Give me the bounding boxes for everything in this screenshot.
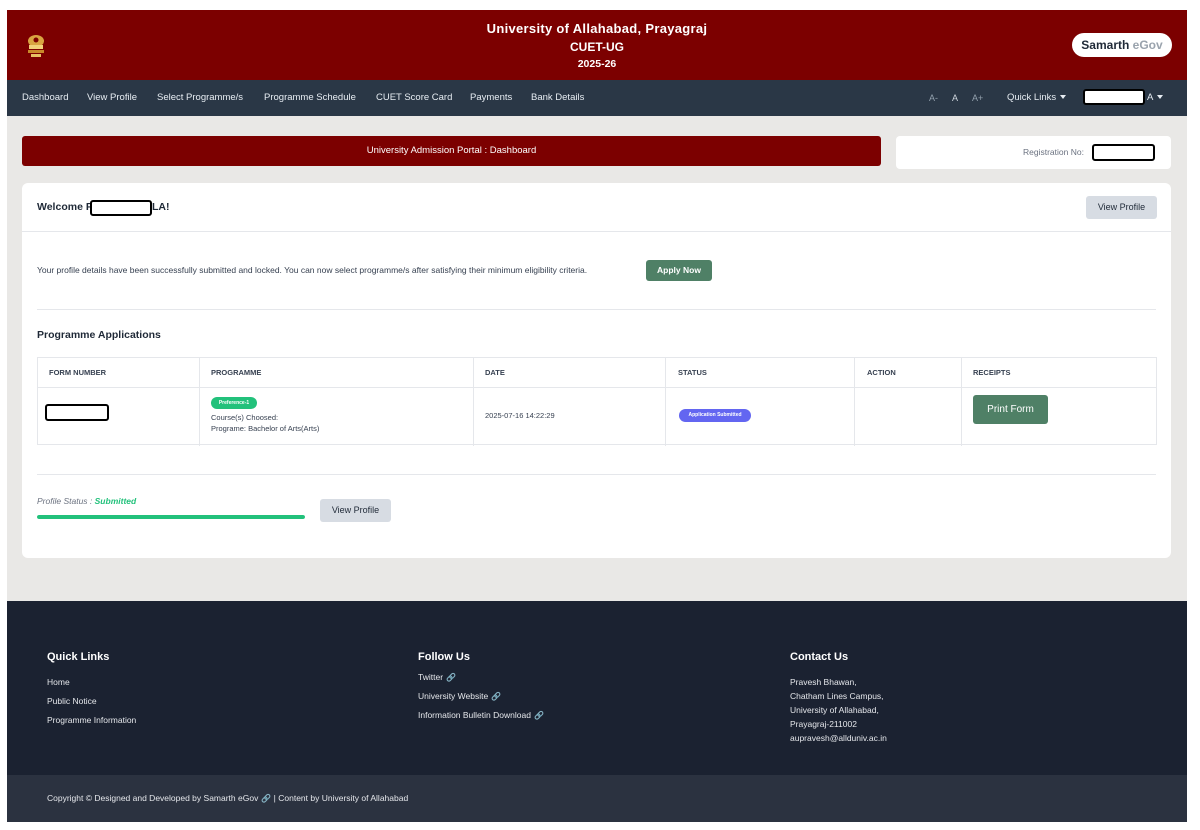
top-header: University of Allahabad, Prayagraj CUET-… [7, 10, 1187, 80]
academic-year: 2025-26 [577, 58, 617, 70]
header-date: DATE [485, 368, 505, 377]
footer-contact-title: Contact Us [790, 651, 849, 663]
profile-progress-fill [37, 515, 305, 519]
user-menu-label: A [1147, 92, 1154, 103]
nav-bank-details[interactable]: Bank Details [531, 80, 584, 116]
status-badge: Application Submitted [679, 409, 751, 422]
registration-label: Registration No: [1023, 147, 1084, 157]
font-normal-button[interactable]: A [952, 80, 958, 116]
quick-links-label: Quick Links [1007, 92, 1057, 103]
nav-dashboard[interactable]: Dashboard [22, 80, 68, 116]
redacted-form-number [45, 404, 109, 421]
nav-view-profile[interactable]: View Profile [87, 80, 137, 116]
footer-link-public-notice[interactable]: Public Notice [47, 696, 97, 706]
footer-link-programme-information[interactable]: Programme Information [47, 715, 136, 725]
divider [37, 474, 1156, 475]
application-date: 2025-07-16 14:22:29 [485, 411, 555, 420]
brand-main: Samarth [1081, 38, 1130, 52]
contact-address-line: Chatham Lines Campus, [790, 691, 884, 701]
footer-link-information-bulletin[interactable]: Information Bulletin Download 🔗 [418, 710, 544, 720]
samarth-egov-logo[interactable]: Samarth eGov [1072, 33, 1172, 57]
university-website-link-label: University Website [418, 691, 489, 701]
nav-programme-schedule[interactable]: Programme Schedule [264, 80, 356, 116]
footer-follow-us-title: Follow Us [418, 651, 470, 663]
footer-link-university-website[interactable]: University Website 🔗 [418, 691, 501, 701]
chevron-down-icon [1060, 95, 1067, 100]
view-profile-button[interactable]: View Profile [1086, 196, 1157, 219]
welcome-suffix: LA! [152, 201, 170, 213]
profile-status-label: Profile Status : [37, 496, 95, 506]
column-divider [199, 358, 200, 446]
nav-select-programmes[interactable]: Select Programme/s [157, 80, 243, 116]
copyright-bar: Copyright © Designed and Developed by Sa… [7, 775, 1187, 822]
contact-address-line: University of Allahabad, [790, 705, 879, 715]
redacted-username [1083, 89, 1145, 105]
courses-chosen-label: Course(s) Choosed: [211, 413, 279, 422]
user-menu-dropdown[interactable]: A [1147, 80, 1164, 116]
row-divider [38, 387, 1156, 388]
contact-address-line: Prayagraj-211002 [790, 719, 857, 729]
column-divider [473, 358, 474, 446]
footer: Quick Links Home Public Notice Programme… [7, 601, 1187, 775]
footer-quick-links-title: Quick Links [47, 651, 110, 663]
print-form-button[interactable]: Print Form [973, 395, 1048, 424]
header-programme: PROGRAMME [211, 368, 262, 377]
page: University of Allahabad, Prayagraj CUET-… [7, 10, 1187, 822]
information-bulletin-link-label: Information Bulletin Download [418, 710, 531, 720]
nav-cuet-score-card[interactable]: CUET Score Card [376, 80, 452, 116]
divider [22, 231, 1171, 232]
brand-accent: eGov [1132, 38, 1163, 52]
footer-link-twitter[interactable]: Twitter 🔗 [418, 672, 456, 682]
dashboard-card: Welcome P LA! View Profile Your profile … [22, 183, 1171, 558]
view-profile-button-bottom[interactable]: View Profile [320, 499, 391, 522]
applications-table: FORM NUMBER PROGRAMME DATE STATUS ACTION… [37, 357, 1157, 446]
nav-payments[interactable]: Payments [470, 80, 512, 116]
redacted-registration-number [1092, 144, 1155, 161]
external-link-icon: 🔗 [446, 673, 456, 682]
apply-now-button[interactable]: Apply Now [646, 260, 712, 281]
chevron-down-icon [1157, 95, 1164, 100]
university-name: University of Allahabad, Prayagraj [486, 21, 708, 36]
programme-name: Programe: Bachelor of Arts(Arts) [211, 424, 320, 433]
font-decrease-button[interactable]: A- [929, 80, 938, 116]
programme-applications-title: Programme Applications [37, 329, 161, 341]
preference-badge: Preference-1 [211, 397, 257, 409]
quick-links-dropdown[interactable]: Quick Links [1007, 80, 1067, 116]
profile-locked-message: Your profile details have been successfu… [37, 265, 588, 275]
font-increase-button[interactable]: A+ [972, 80, 983, 116]
profile-progress-bar [37, 515, 305, 519]
footer-link-home[interactable]: Home [47, 677, 70, 687]
header-status: STATUS [678, 368, 707, 377]
external-link-icon: 🔗 [491, 692, 502, 701]
column-divider [854, 358, 855, 446]
twitter-link-label: Twitter [418, 672, 444, 682]
profile-status: Profile Status : Submitted [37, 496, 136, 506]
profile-status-value: Submitted [94, 496, 137, 506]
copyright-developer: Copyright © Designed and Developed by Sa… [47, 793, 259, 803]
welcome-prefix: Welcome P [37, 201, 93, 213]
exam-name: CUET-UG [570, 40, 624, 54]
header-form-number: FORM NUMBER [49, 368, 107, 377]
contact-email[interactable]: aupravesh@allduniv.ac.in [790, 733, 887, 743]
registration-box: Registration No: [896, 136, 1171, 169]
copyright-content-credit: | Content by University of Allahabad [273, 793, 409, 803]
external-link-icon: 🔗 [533, 711, 544, 720]
divider [37, 309, 1156, 310]
copyright-text: Copyright © Designed and Developed by Sa… [47, 775, 408, 822]
header-action: ACTION [867, 368, 896, 377]
redacted-user-name [90, 200, 152, 216]
portal-title-bar: University Admission Portal : Dashboard [22, 136, 881, 166]
column-divider [961, 358, 962, 446]
column-divider [665, 358, 666, 446]
main-nav: Dashboard View Profile Select Programme/… [7, 80, 1187, 116]
contact-address-line: Pravesh Bhawan, [790, 677, 857, 687]
external-link-icon: 🔗 [261, 794, 272, 803]
header-receipts: RECEIPTS [973, 368, 1011, 377]
